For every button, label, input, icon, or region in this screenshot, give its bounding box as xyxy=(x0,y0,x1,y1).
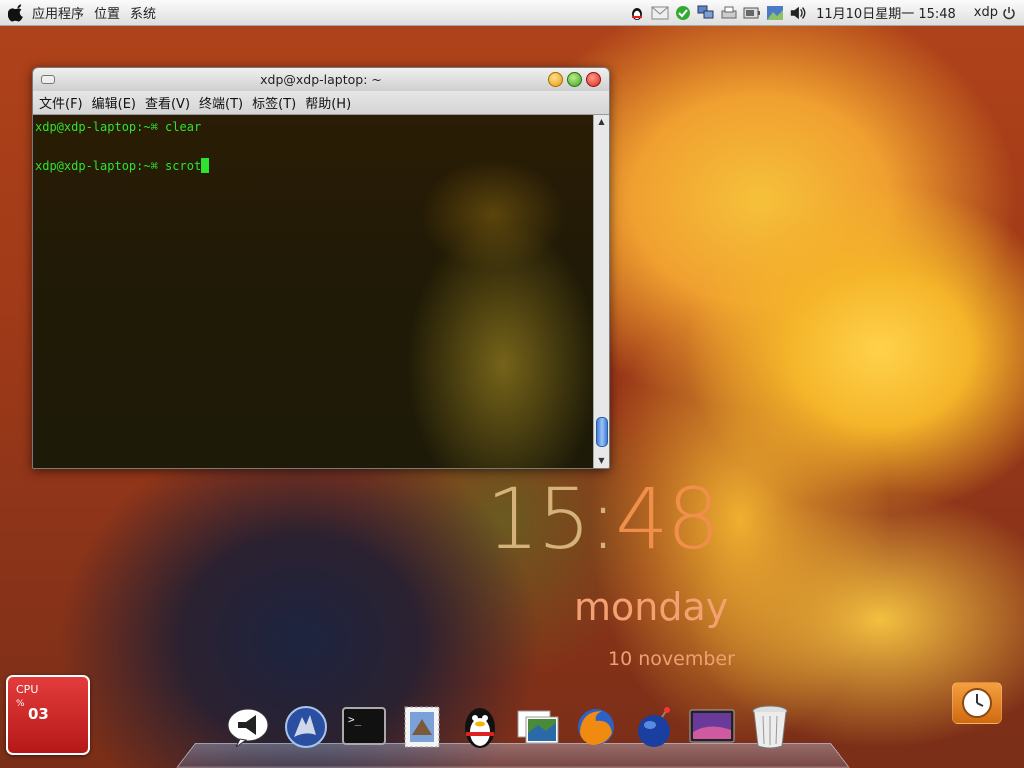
menu-file[interactable]: 文件(F) xyxy=(39,93,83,112)
terminal-line: xdp@xdp-laptop:~⌘ clear xyxy=(35,120,202,134)
qq-penguin-icon[interactable] xyxy=(457,704,503,750)
mail-tray-icon[interactable] xyxy=(651,5,669,21)
cpu-label: CPU xyxy=(16,683,39,696)
terminal-menubar: 文件(F) 编辑(E) 查看(V) 终端(T) 标签(T) 帮助(H) xyxy=(33,91,609,115)
maximize-button[interactable] xyxy=(567,72,582,87)
firefox-icon[interactable] xyxy=(573,704,619,750)
image-tray-icon[interactable] xyxy=(766,5,784,21)
menu-terminal[interactable]: 终端(T) xyxy=(199,93,243,112)
scroll-up-icon[interactable]: ▲ xyxy=(594,115,609,129)
dock: >_ xyxy=(225,704,805,750)
desktop-clock-time: 15:48 xyxy=(486,470,720,568)
printer-tray-icon[interactable] xyxy=(720,5,738,21)
terminal-titlebar[interactable]: xdp@xdp-laptop: ~ xyxy=(33,68,609,91)
cpu-widget[interactable]: CPU % 03 xyxy=(6,675,90,755)
wolf-icon[interactable] xyxy=(283,704,329,750)
desktop-icon[interactable] xyxy=(689,704,735,750)
volume-tray-icon[interactable] xyxy=(789,5,807,21)
user-name[interactable]: xdp xyxy=(974,5,998,20)
terminal-icon[interactable]: >_ xyxy=(341,704,387,750)
scroll-thumb[interactable] xyxy=(596,417,608,447)
megaphone-icon[interactable] xyxy=(225,704,271,750)
menu-edit[interactable]: 编辑(E) xyxy=(92,93,136,112)
terminal-cursor xyxy=(201,158,210,173)
close-button[interactable] xyxy=(586,72,601,87)
apple-menu-icon[interactable] xyxy=(8,3,26,22)
menu-help[interactable]: 帮助(H) xyxy=(305,93,351,112)
power-icon[interactable] xyxy=(1002,6,1016,20)
network-tray-icon[interactable] xyxy=(697,5,715,21)
clock-widget-icon[interactable] xyxy=(952,682,1002,724)
desktop-clock-weekday: monday xyxy=(574,585,729,629)
menu-places[interactable]: 位置 xyxy=(94,3,120,22)
mail-stamp-icon[interactable] xyxy=(399,704,445,750)
terminal-output[interactable]: xdp@xdp-laptop:~⌘ clear xdp@xdp-laptop:~… xyxy=(33,115,594,468)
bomb-globe-icon[interactable] xyxy=(631,704,677,750)
menu-view[interactable]: 查看(V) xyxy=(145,93,190,112)
terminal-window: xdp@xdp-laptop: ~ 文件(F) 编辑(E) 查看(V) 终端(T… xyxy=(32,67,610,469)
check-tray-icon[interactable] xyxy=(674,5,692,21)
window-title: xdp@xdp-laptop: ~ xyxy=(260,72,382,87)
system-tray: 11月10日星期一 15:48 xdp xyxy=(628,0,1024,25)
menu-tabs[interactable]: 标签(T) xyxy=(252,93,296,112)
panel-clock[interactable]: 11月10日星期一 15:48 xyxy=(816,3,956,22)
terminal-line: xdp@xdp-laptop:~⌘ scrot xyxy=(35,158,210,173)
desktop-clock-date: 10 november xyxy=(608,648,735,670)
minimize-button[interactable] xyxy=(548,72,563,87)
terminal-scrollbar[interactable]: ▲ ▼ xyxy=(593,115,609,468)
window-menu-icon[interactable] xyxy=(41,75,55,84)
top-panel: 应用程序 位置 系统 11月10日星期一 15:48 xdp xyxy=(0,0,1024,26)
cpu-value: 03 xyxy=(28,705,49,723)
photos-icon[interactable] xyxy=(515,704,561,750)
menu-applications[interactable]: 应用程序 xyxy=(32,3,84,22)
menu-system[interactable]: 系统 xyxy=(130,3,156,22)
scroll-down-icon[interactable]: ▼ xyxy=(594,454,609,468)
svg-text:>_: >_ xyxy=(348,713,362,726)
qq-tray-icon[interactable] xyxy=(628,5,646,21)
cpu-unit: % xyxy=(16,699,25,709)
trash-icon[interactable] xyxy=(747,704,793,750)
battery-tray-icon[interactable] xyxy=(743,5,761,21)
